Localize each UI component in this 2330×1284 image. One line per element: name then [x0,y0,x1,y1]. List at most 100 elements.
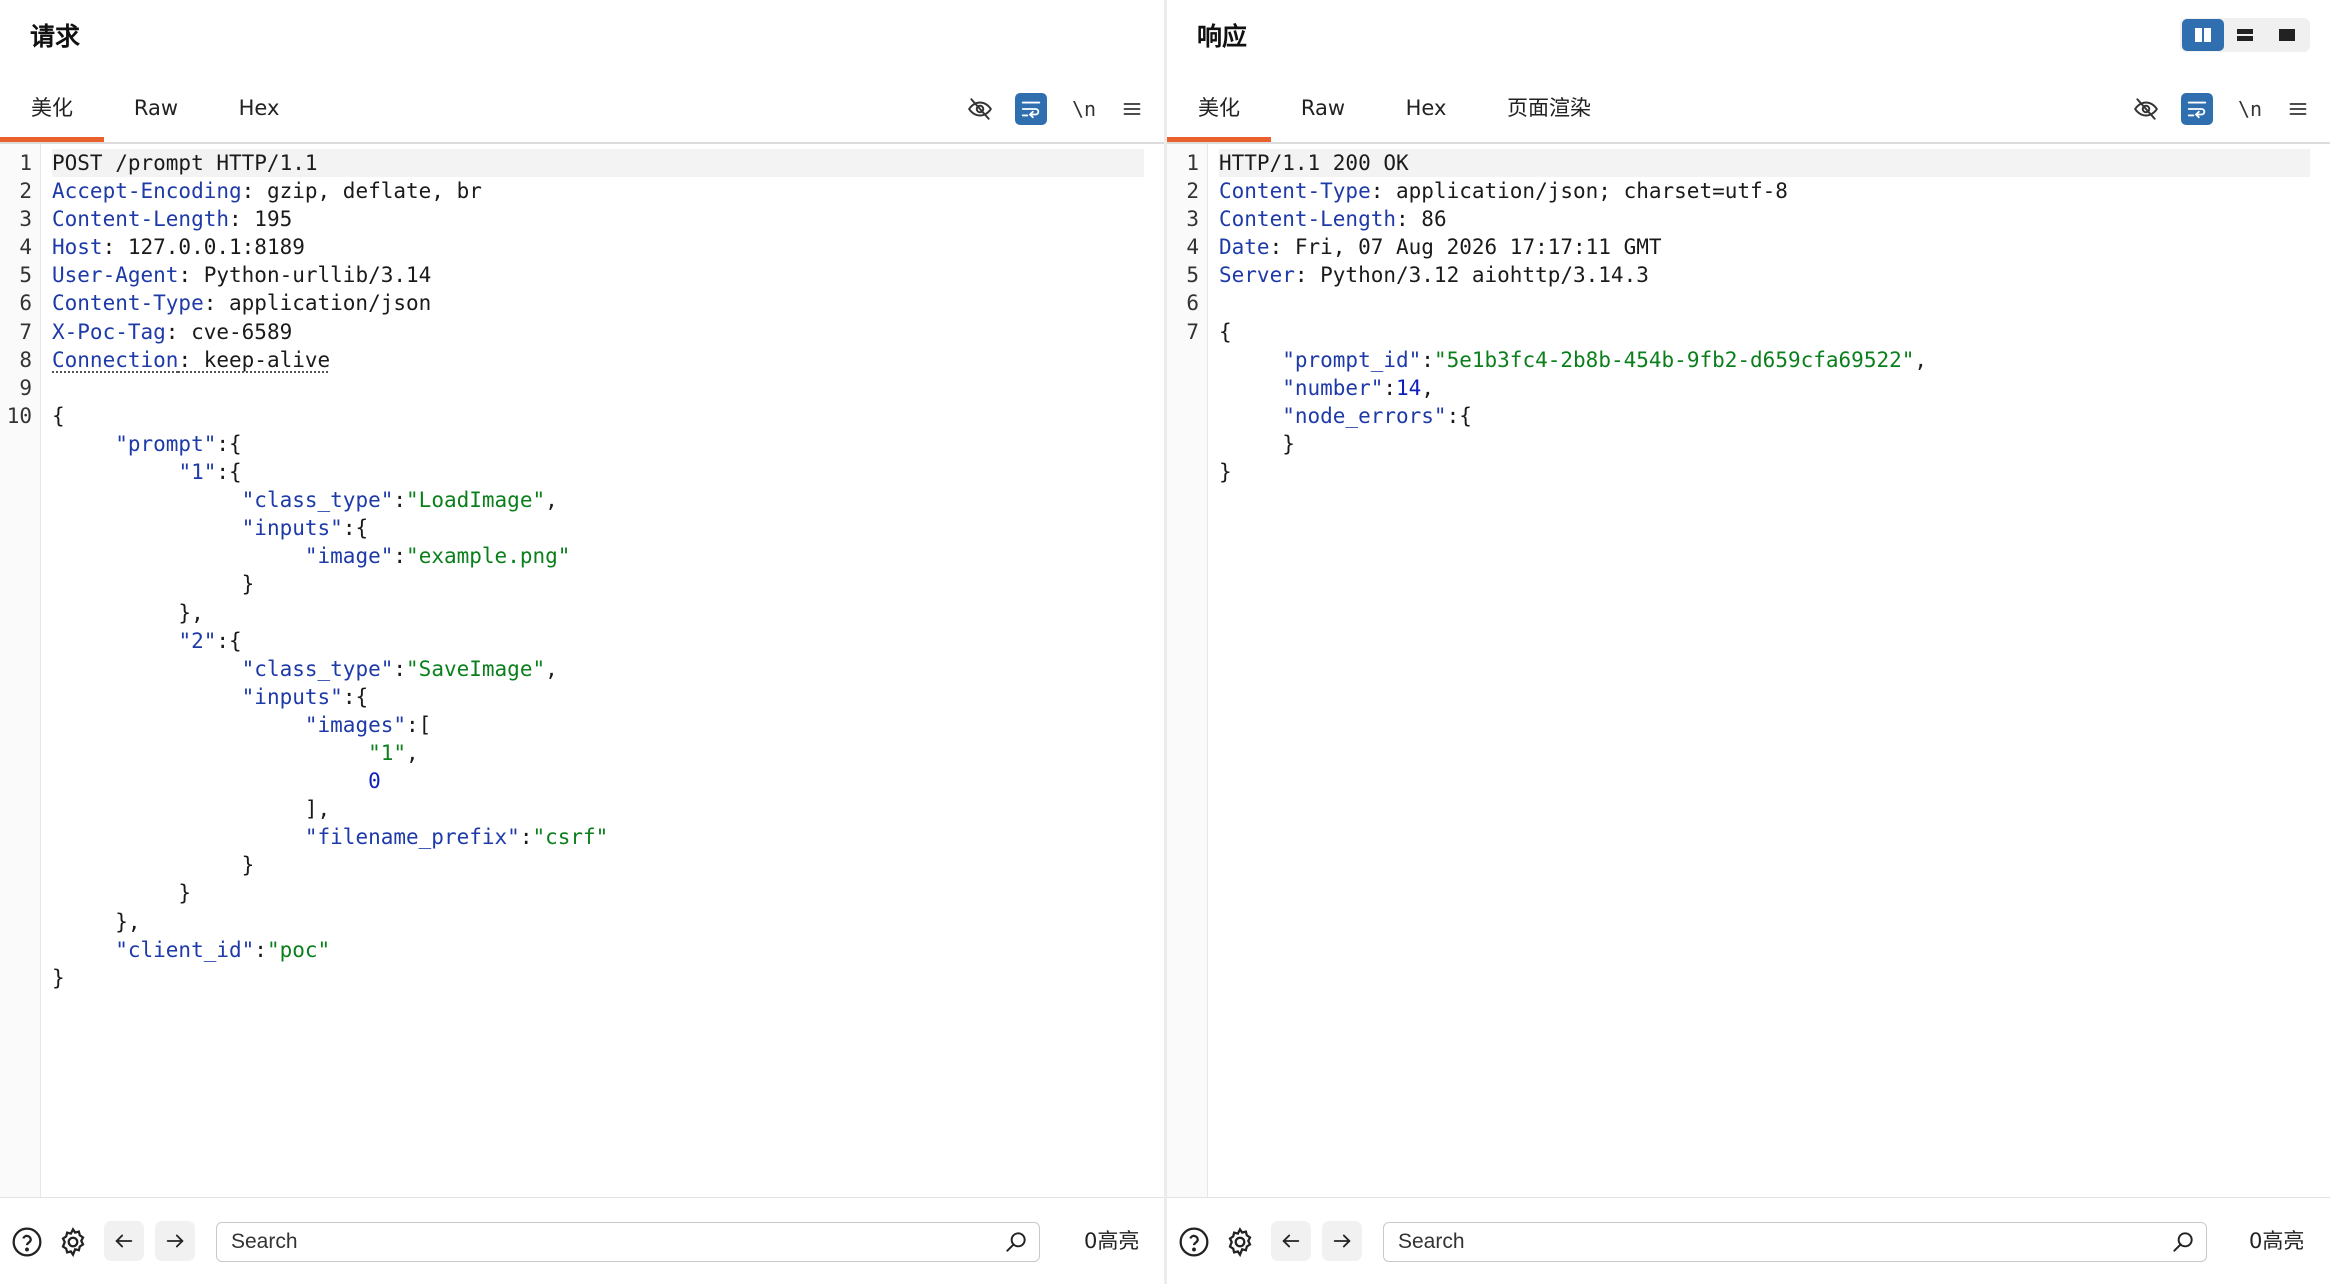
settings-gear-icon[interactable] [56,1225,90,1259]
code-line: }, [0,908,1164,936]
code-line: 10 { [0,402,1164,430]
single-pane-icon[interactable] [2266,19,2308,51]
code-text: "2":{ [52,627,1144,655]
line-number: 6 [19,291,32,316]
code-token: : keep-alive [178,347,331,372]
highlight-count: 0高亮 [2249,1229,2305,1253]
tab-hex[interactable]: Hex [1391,86,1461,142]
tab-pretty[interactable]: 美化 [1167,86,1271,142]
eye-off-icon[interactable] [964,93,996,125]
wrap-lines-icon[interactable] [2181,93,2213,125]
code-token: Date [1219,235,1270,260]
request-search-bar: 0高亮 [0,1197,1164,1284]
code-token: Host [52,235,103,260]
code-line: "class_type":"LoadImage", [0,486,1164,514]
code-token: "SaveImage" [406,656,546,681]
code-token: , [545,656,558,681]
code-text: Content-Type: application/json [52,289,1144,317]
code-line: 3 Content-Length: 195 [0,205,1164,233]
code-token: :{ [342,516,369,541]
line-number: 3 [1186,207,1199,232]
code-line: "images":[ [0,711,1164,739]
request-pane: 请求 美化 Raw Hex \n 1 POST /prompt HTTP/1.1 2… [0,0,1164,1284]
code-token: : application/json [203,291,432,316]
code-token: :{ [1446,403,1472,428]
line-number: 2 [1186,179,1199,204]
hamburger-menu-icon[interactable] [2282,93,2314,125]
newline-toggle[interactable]: \n [2234,93,2266,125]
line-number: 7 [1186,319,1199,344]
code-token: : application/json; charset=utf-8 [1370,179,1788,204]
split-columns-icon[interactable] [2182,19,2224,51]
help-icon[interactable] [10,1225,44,1259]
code-token: "number" [1282,375,1384,400]
code-token: Accept-Encoding [52,179,242,204]
search-icon[interactable] [2170,1229,2196,1255]
response-search-input[interactable] [1398,1223,2160,1261]
previous-match-button[interactable] [104,1221,144,1261]
previous-match-button[interactable] [1271,1221,1311,1261]
search-icon[interactable] [1003,1229,1029,1255]
code-token: : [393,656,407,681]
tab-raw[interactable]: Raw [1285,86,1361,142]
hamburger-menu-icon[interactable] [1116,93,1148,125]
code-text: Content-Length: 86 [1219,205,2310,233]
code-token: "poc" [266,937,331,962]
split-rows-icon[interactable] [2224,19,2266,51]
code-text: "image":"example.png" [52,542,1144,570]
tab-pretty[interactable]: 美化 [0,86,104,142]
code-token: 0 [368,769,381,794]
line-number: 5 [19,263,32,288]
line-number: 6 [1186,291,1199,316]
line-number: 9 [19,375,32,400]
code-token: "5e1b3fc4-2b8b-454b-9fb2-d659cfa69522" [1433,347,1915,372]
next-match-button[interactable] [1322,1221,1362,1261]
tab-render[interactable]: 页面渲染 [1497,86,1601,142]
code-line: "prompt_id":"5e1b3fc4-2b8b-454b-9fb2-d65… [1167,346,2330,374]
next-match-button[interactable] [155,1221,195,1261]
newline-toggle[interactable]: \n [1068,93,1100,125]
line-number: 5 [1186,263,1199,288]
code-text: Date: Fri, 07 Aug 2026 17:17:11 GMT [1219,233,2310,261]
code-token: : [393,544,407,569]
code-line: "prompt":{ [0,430,1164,458]
code-token: "images" [304,712,407,737]
request-editor[interactable]: 1 POST /prompt HTTP/1.1 2 Accept-Encoding: … [0,144,1164,1198]
newline-label: \n [1071,97,1097,121]
response-editor[interactable]: 1 HTTP/1.1 200 OK 2 Content-Type: applicati… [1167,144,2330,1198]
code-token: "prompt" [115,431,217,456]
code-token: } [52,881,192,906]
code-token: POST /prompt HTTP/1.1 [52,151,318,175]
code-line: } [0,851,1164,879]
tab-hex[interactable]: Hex [224,86,294,142]
help-icon[interactable] [1177,1225,1211,1259]
code-token: "prompt_id" [1282,347,1422,372]
code-token: { [1219,319,1232,344]
settings-gear-icon[interactable] [1223,1225,1257,1259]
response-search-bar: 0高亮 [1167,1197,2330,1284]
code-line: "1":{ [0,458,1164,486]
eye-off-icon[interactable] [2130,93,2162,125]
code-text: } [52,879,1144,907]
tab-raw[interactable]: Raw [118,86,194,142]
code-line: 7 X-Poc-Tag: cve-6589 [0,318,1164,346]
wrap-lines-icon[interactable] [1015,93,1047,125]
request-search-input[interactable] [231,1223,993,1261]
code-token: Content-Length [52,207,230,232]
code-text: "node_errors":{ [1219,402,2310,430]
code-token: } [52,853,255,878]
code-text: "inputs":{ [52,514,1144,542]
code-token: :{ [216,628,242,653]
layout-toggle [2180,18,2310,52]
code-text: } [1219,458,2310,486]
code-token: } [52,572,255,597]
code-token: , [406,740,419,765]
code-token: : 195 [229,207,293,232]
code-line: } [0,879,1164,907]
code-text: } [52,570,1144,598]
code-token: } [52,965,65,990]
